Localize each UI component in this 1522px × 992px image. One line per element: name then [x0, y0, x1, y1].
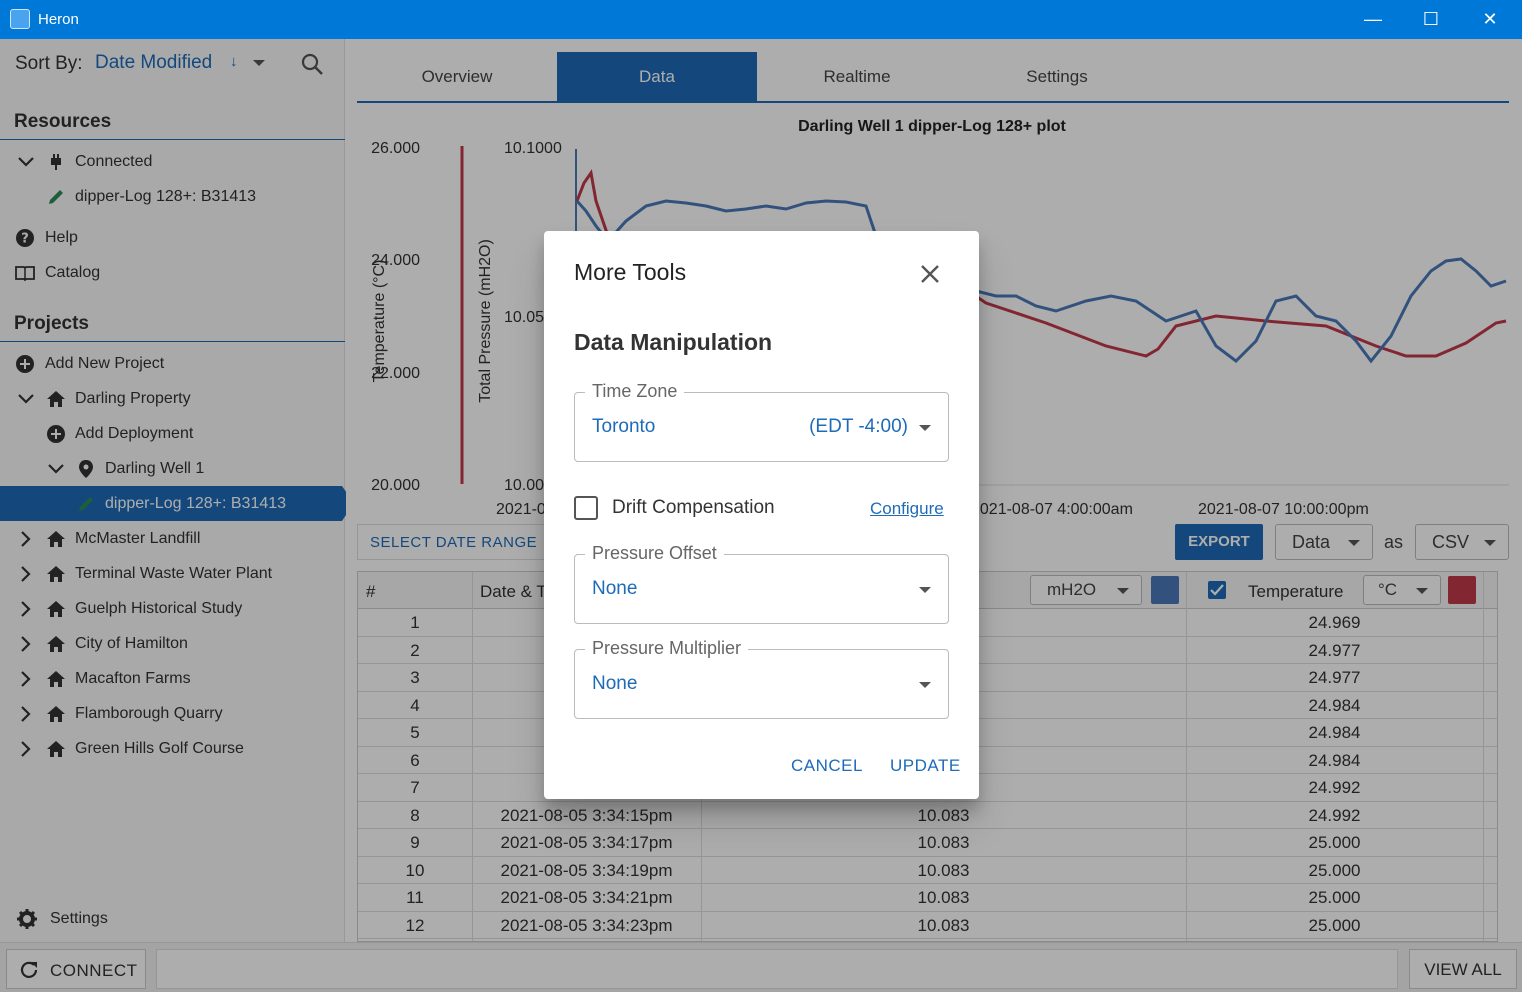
update-button[interactable]: UPDATE: [890, 756, 961, 776]
close-icon[interactable]: [919, 263, 941, 285]
title-bar: Heron — ☐ ✕: [0, 0, 1522, 39]
more-tools-dialog: More Tools Data Manipulation Time Zone T…: [544, 231, 979, 799]
pressure-multiplier-select[interactable]: Pressure Multiplier None: [574, 638, 949, 719]
drift-compensation-label[interactable]: Drift Compensation: [612, 497, 775, 519]
pressure-multiplier-value: None: [592, 673, 638, 694]
close-window-button[interactable]: ✕: [1461, 0, 1519, 39]
section-heading: Data Manipulation: [574, 329, 773, 355]
minimize-button[interactable]: —: [1344, 0, 1402, 39]
maximize-button[interactable]: ☐: [1402, 0, 1460, 39]
dialog-title: More Tools: [574, 259, 687, 285]
time-zone-value: Toronto: [592, 416, 656, 437]
chevron-down-icon: [919, 587, 931, 593]
time-zone-select[interactable]: Time Zone Toronto (EDT -4:00): [574, 381, 949, 462]
window-title: Heron: [38, 11, 79, 28]
drift-compensation-checkbox[interactable]: [574, 496, 598, 520]
pressure-offset-value: None: [592, 578, 638, 599]
pressure-multiplier-label: Pressure Multiplier: [585, 638, 749, 659]
configure-link[interactable]: Configure: [870, 499, 944, 519]
pressure-offset-label: Pressure Offset: [585, 543, 724, 564]
time-zone-offset: (EDT -4:00): [809, 416, 908, 437]
pressure-offset-select[interactable]: Pressure Offset None: [574, 543, 949, 624]
chevron-down-icon: [919, 682, 931, 688]
time-zone-label: Time Zone: [585, 381, 685, 402]
app-logo-icon: [10, 9, 30, 29]
chevron-down-icon: [919, 425, 931, 431]
cancel-button[interactable]: CANCEL: [791, 756, 863, 776]
